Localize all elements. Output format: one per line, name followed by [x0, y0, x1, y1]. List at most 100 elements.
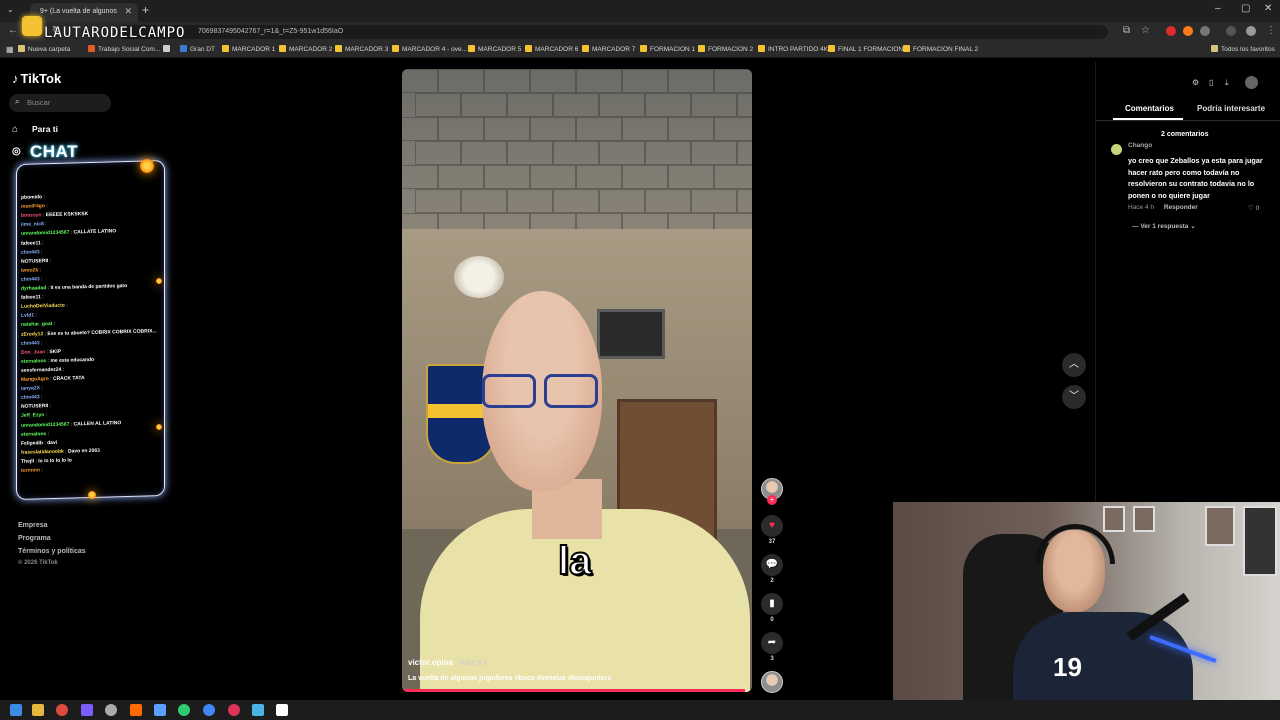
chat-message: Felipedib : davi: [21, 440, 57, 447]
video-progress-bar[interactable]: [402, 689, 752, 692]
ceiling-brick: [691, 189, 737, 213]
footer-link-terms[interactable]: Términos y políticas: [18, 548, 86, 555]
wall-frame: [1205, 506, 1235, 546]
app-icon[interactable]: [81, 704, 93, 716]
bookmark-item[interactable]: MARCADOR 2: [279, 45, 332, 53]
bookmark-item[interactable]: INTRO PARTIDO 4K: [758, 45, 828, 53]
share-button[interactable]: ➦ 3: [760, 632, 784, 662]
search-input[interactable]: ⌕ Buscar: [9, 94, 111, 112]
app-icon[interactable]: [276, 704, 288, 716]
previous-video-button[interactable]: ︿: [1062, 353, 1086, 377]
ceiling-brick: [438, 117, 484, 141]
chat-text: Ese es tu abuelo? COBRIX COBRIX COBRIX..…: [47, 327, 157, 337]
close-window-icon[interactable]: ✕: [1264, 3, 1272, 14]
settings-icon[interactable]: ⚙: [1192, 78, 1199, 87]
app-icon[interactable]: [252, 704, 264, 716]
start-icon[interactable]: [10, 704, 22, 716]
downloads-icon[interactable]: [1226, 26, 1236, 36]
tab-might-interest[interactable]: Podría interesarte: [1197, 104, 1265, 113]
bookmark-item[interactable]: Gran DT: [180, 45, 215, 53]
chrome-icon[interactable]: [56, 704, 68, 716]
bookmark-item[interactable]: MARCADOR 6: [525, 45, 578, 53]
footer-link-company[interactable]: Empresa: [18, 522, 48, 529]
bookmark-icon: [582, 45, 589, 52]
bookmark-item[interactable]: Trabajo Social Com...: [88, 45, 160, 53]
save-button[interactable]: ▮ 0: [760, 593, 784, 623]
bookmark-item[interactable]: Nueva carpeta: [18, 45, 70, 53]
tiktok-logo[interactable]: ♪ TikTok: [12, 71, 61, 86]
extension-icon[interactable]: [1183, 26, 1193, 36]
chat-username: Lvld1: [21, 312, 35, 320]
bookmark-item[interactable]: FORMACION 1: [640, 45, 695, 53]
all-favorites-folder[interactable]: Todos los favoritos: [1211, 45, 1275, 53]
bookmark-item[interactable]: MARCADOR 1: [222, 45, 275, 53]
video-player[interactable]: la victor.opina · Hace 6 h La vuelta de …: [402, 69, 752, 692]
bookmark-label: MARCADOR 5: [478, 46, 522, 53]
bookmark-item[interactable]: FORMACION 2: [698, 45, 753, 53]
bookmark-item[interactable]: FORMACION FINAL 2: [903, 45, 978, 53]
comment-like-button[interactable]: ♡ 0: [1248, 204, 1259, 212]
like-button[interactable]: ♥ 37: [760, 515, 784, 545]
view-replies-button[interactable]: — Ver 1 respuesta ⌄: [1132, 222, 1196, 230]
user-avatar[interactable]: [1245, 76, 1258, 89]
maximize-icon[interactable]: ▢: [1241, 3, 1250, 14]
sun-icon: [88, 491, 96, 499]
install-icon[interactable]: ⧉: [1123, 25, 1130, 36]
next-video-button[interactable]: ﹀: [1062, 385, 1086, 409]
file-explorer-icon[interactable]: [32, 704, 44, 716]
extensions-puzzle-icon[interactable]: [1200, 26, 1210, 36]
ceiling-brick: [484, 69, 530, 93]
bookmark-item[interactable]: MARCADOR 3: [335, 45, 388, 53]
app-icon[interactable]: [178, 704, 190, 716]
commenter-name[interactable]: Chango: [1128, 142, 1152, 149]
chat-separator: :: [40, 239, 44, 246]
browser-menu-icon[interactable]: ⋮: [1266, 25, 1276, 36]
comment-button[interactable]: 💬 2: [760, 554, 784, 584]
video-author[interactable]: victor.opina: [408, 658, 453, 667]
author-avatar-button[interactable]: +: [760, 478, 784, 505]
bookmark-label: MARCADOR 1: [232, 46, 276, 53]
url-field[interactable]: 7069837495042767_r=1&_t=Z5-951w1d56IaO: [118, 25, 1108, 39]
bookmark-star-icon[interactable]: ☆: [1141, 25, 1150, 36]
profile-avatar[interactable]: [1246, 26, 1256, 36]
bookmark-item[interactable]: MARCADOR 5: [468, 45, 521, 53]
app-icon[interactable]: [130, 704, 142, 716]
sidebar-item-explore[interactable]: ◎: [12, 146, 32, 157]
extension-icon[interactable]: [1166, 26, 1176, 36]
bookmark-label: FORMACION 2: [708, 46, 754, 53]
sidebar-item-for-you[interactable]: ⌂ Para ti: [12, 124, 58, 135]
chat-message: unrandomid1234567 : CALLATE LATINO: [21, 229, 116, 237]
bookmark-item[interactable]: FINAL 1 FORMACION: [828, 45, 903, 53]
bookmark-item[interactable]: [163, 45, 173, 53]
copyright: © 2026 TikTok: [18, 560, 58, 566]
chat-message: boossyn : EEEEE KSKSKSK: [21, 211, 88, 219]
chat-separator: :: [38, 267, 42, 274]
video-window: [597, 309, 665, 359]
apps-grid-icon[interactable]: ▦: [6, 45, 14, 54]
reply-button[interactable]: Responder: [1164, 204, 1198, 211]
bookmark-label: Nueva carpeta: [28, 46, 71, 53]
sun-icon: [156, 424, 162, 430]
commenter-avatar[interactable]: [1111, 144, 1122, 155]
follow-plus-icon[interactable]: +: [767, 495, 777, 505]
bookmark-icon: [525, 45, 532, 52]
footer-link-program[interactable]: Programa: [18, 535, 51, 542]
tab-comments[interactable]: Comentarios: [1125, 104, 1174, 113]
app-icon[interactable]: [203, 704, 215, 716]
chat-separator: :: [52, 321, 56, 328]
minimize-icon[interactable]: –: [1215, 3, 1221, 14]
tab-search-icon[interactable]: ⌄: [7, 5, 14, 14]
music-disc-button[interactable]: [760, 671, 784, 693]
download-icon[interactable]: ⤓: [1225, 78, 1229, 88]
bookmark-item[interactable]: MARCADOR 4 - ove...: [392, 45, 467, 53]
bookmark-icon: [222, 45, 229, 52]
bookmark-icon: [828, 45, 835, 52]
back-icon[interactable]: ←: [8, 25, 18, 36]
comment-like-count: 0: [1255, 205, 1260, 212]
device-icon[interactable]: ▯: [1209, 78, 1213, 87]
bookmark-item[interactable]: MARCADOR 7: [582, 45, 635, 53]
obs-icon[interactable]: [105, 704, 117, 716]
heart-outline-icon: ♡: [1248, 205, 1254, 212]
telegram-icon[interactable]: [154, 704, 166, 716]
app-icon[interactable]: [228, 704, 240, 716]
